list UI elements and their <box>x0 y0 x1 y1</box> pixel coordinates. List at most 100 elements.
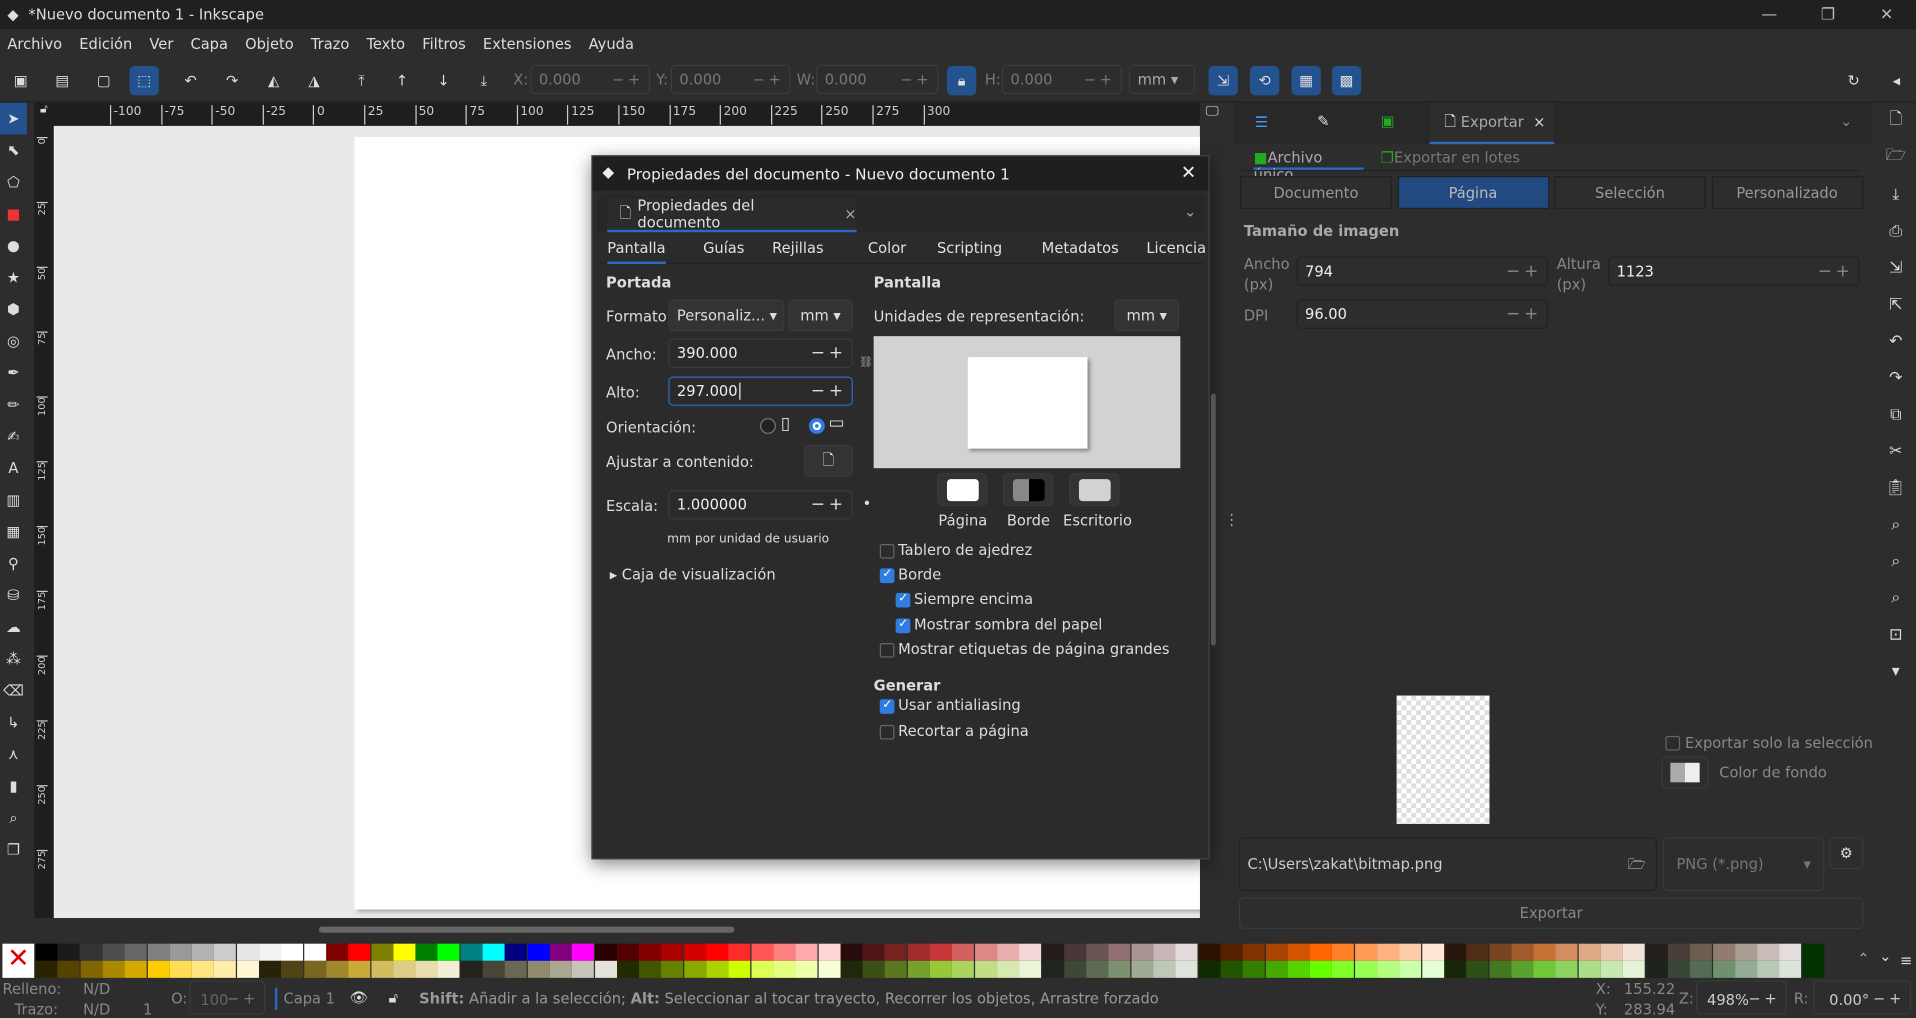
raise-to-top-icon[interactable]: ⤒ <box>347 66 376 95</box>
palette-swatch[interactable] <box>1578 960 1601 978</box>
palette-swatch[interactable] <box>191 960 214 978</box>
palette-swatch[interactable] <box>1690 960 1713 978</box>
deselect-icon[interactable]: ▢ <box>89 66 118 95</box>
more-icon[interactable]: ▾ <box>1876 653 1916 690</box>
opacity-stepper[interactable]: −+ <box>227 990 259 1007</box>
palette-swatch[interactable] <box>1667 943 1690 961</box>
palette-swatch[interactable] <box>102 960 125 978</box>
palette-swatch[interactable] <box>1265 960 1288 978</box>
palette-swatch[interactable] <box>1377 943 1400 961</box>
x-stepper[interactable]: −+ <box>612 71 644 88</box>
scale-corners-icon[interactable]: ⟲ <box>1250 66 1280 96</box>
redo-icon[interactable]: ↷ <box>1876 359 1916 396</box>
palette-swatch[interactable] <box>885 943 908 961</box>
palette-swatch[interactable] <box>1623 943 1646 961</box>
zoom-drawing-icon[interactable]: ⌕ <box>1876 543 1916 580</box>
h-stepper[interactable]: −+ <box>1084 71 1116 88</box>
palette-swatch[interactable] <box>1354 960 1377 978</box>
canvas-scrollbar-h[interactable] <box>318 926 735 933</box>
alto-field[interactable]: 297.000 −+ <box>668 376 853 406</box>
touch-select-icon[interactable]: ⬚ <box>129 66 159 96</box>
text-tool-icon[interactable]: A <box>0 452 27 484</box>
palette-swatch[interactable] <box>1242 960 1265 978</box>
export-path-field[interactable]: C:\Users\zakat\bitmap.png 🗁 <box>1239 837 1657 892</box>
vertical-ruler[interactable]: 0 25 50 75 100 125 150 175 200 225 250 275 <box>34 125 54 919</box>
pages-tool-icon[interactable]: ❐ <box>0 834 27 866</box>
palette-swatch[interactable] <box>594 943 617 961</box>
calligraphy-tool-icon[interactable]: ✍ <box>0 421 27 453</box>
palette-swatch[interactable] <box>616 943 639 961</box>
palette-swatch[interactable] <box>1309 943 1332 961</box>
palette-swatch[interactable] <box>1466 960 1489 978</box>
node-tool-icon[interactable]: ⬉ <box>0 134 27 166</box>
minimize-button[interactable]: — <box>1740 0 1799 29</box>
connector-tool-icon[interactable]: ↳ <box>0 707 27 739</box>
star-tool-icon[interactable]: ★ <box>0 262 27 294</box>
palette-swatch[interactable] <box>214 960 237 978</box>
rotate-ccw-icon[interactable]: ↶ <box>176 66 205 95</box>
menu-7[interactable]: Filtros <box>422 35 466 52</box>
subtab-guías[interactable]: Guías <box>703 240 744 264</box>
palette-swatch[interactable] <box>1198 943 1221 961</box>
palette-swatch[interactable] <box>1578 943 1601 961</box>
menu-8[interactable]: Extensiones <box>483 35 572 52</box>
lock-proportions-icon[interactable]: 🔒︎ <box>946 66 977 96</box>
pen-tool-icon[interactable]: ✒ <box>0 357 27 389</box>
3dbox-tool-icon[interactable]: ⬢ <box>0 293 27 325</box>
palette-swatch[interactable] <box>1511 943 1534 961</box>
no-paint-swatch[interactable]: ✕ <box>2 943 35 978</box>
palette-swatch[interactable] <box>773 943 796 961</box>
palette-swatch[interactable] <box>1064 943 1087 961</box>
palette-swatch[interactable] <box>1175 960 1198 978</box>
mode-single-file[interactable]: ■Archivo único <box>1253 149 1364 183</box>
palette-swatch[interactable] <box>1399 960 1422 978</box>
fill-value[interactable]: N/D <box>83 980 110 997</box>
palette-swatch[interactable] <box>147 943 170 961</box>
open-icon[interactable]: 🗁 <box>1876 139 1916 176</box>
tab-close-icon[interactable]: × <box>1533 114 1545 131</box>
palette-swatch[interactable] <box>370 960 393 978</box>
tab-document-properties[interactable]: 🗋 Propiedades del documento × <box>607 197 857 233</box>
background-color-button[interactable] <box>1661 756 1709 789</box>
stroke-value[interactable]: N/D <box>83 1001 110 1018</box>
stroke-width[interactable]: 1 <box>143 1001 152 1018</box>
palette-scroll-down-icon[interactable]: ⌄ <box>1879 947 1891 964</box>
formato-unit-select[interactable]: mm ▾ <box>788 299 853 332</box>
palette-swatch[interactable] <box>505 960 528 978</box>
palette-swatch[interactable] <box>1086 943 1109 961</box>
subtab-rejillas[interactable]: Rejillas <box>772 240 823 264</box>
palette-swatch[interactable] <box>1466 943 1489 961</box>
palette-swatch[interactable] <box>974 960 997 978</box>
palette-swatch[interactable] <box>1332 960 1355 978</box>
zoom-selection-icon[interactable]: ⌕ <box>1876 506 1916 543</box>
rotation-stepper[interactable]: −+ <box>1873 990 1905 1007</box>
palette-swatch[interactable] <box>1041 943 1064 961</box>
dialog-title-bar[interactable]: ◆ Propiedades del documento - Nuevo docu… <box>592 156 1209 191</box>
palette-swatch[interactable] <box>1779 943 1802 961</box>
ellipse-tool-icon[interactable]: ● <box>0 230 27 262</box>
palette-swatch[interactable] <box>572 960 595 978</box>
palette-swatch[interactable] <box>683 960 706 978</box>
palette-swatch[interactable] <box>1153 960 1176 978</box>
display-icon[interactable]: 🖵 <box>1199 102 1225 126</box>
landscape-radio[interactable] <box>808 418 825 434</box>
palette-swatch[interactable] <box>1444 943 1467 961</box>
rotate-cw-icon[interactable]: ↷ <box>217 66 246 95</box>
menu-9[interactable]: Ayuda <box>589 35 634 52</box>
palette-swatch[interactable] <box>326 960 349 978</box>
spiral-tool-icon[interactable]: ◎ <box>0 325 27 357</box>
palette-swatch[interactable] <box>80 943 103 961</box>
palette-swatch[interactable] <box>236 960 259 978</box>
palette-swatch[interactable] <box>482 943 505 961</box>
palette-swatch[interactable] <box>594 960 617 978</box>
flip-vertical-icon[interactable]: ◮ <box>299 66 328 95</box>
current-layer[interactable]: Capa 1 <box>283 990 335 1007</box>
w-stepper[interactable]: −+ <box>900 71 932 88</box>
palette-swatch[interactable] <box>1533 943 1556 961</box>
cut-icon[interactable]: ✂ <box>1876 433 1916 470</box>
palette-swatch[interactable] <box>1108 943 1131 961</box>
palette-swatch[interactable] <box>505 943 528 961</box>
palette-swatch[interactable] <box>437 960 460 978</box>
folder-open-icon[interactable]: 🗁 <box>1628 853 1646 879</box>
checkbox-3[interactable] <box>895 617 911 634</box>
